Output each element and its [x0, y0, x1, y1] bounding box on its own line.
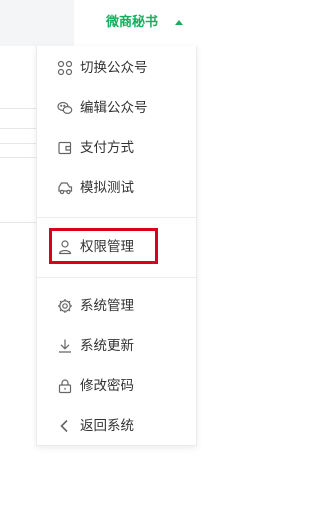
download-icon: [57, 338, 73, 354]
menu-item-switch-account[interactable]: 切换公众号: [37, 48, 196, 88]
menu-item-label: 系统管理: [80, 298, 134, 314]
menu-item-system-management[interactable]: 系统管理: [37, 286, 196, 326]
account-name[interactable]: 微商秘书: [106, 14, 158, 32]
menu-item-label: 模拟测试: [80, 180, 134, 196]
car-icon: [57, 180, 73, 196]
menu-item-change-password[interactable]: 修改密码: [37, 366, 196, 406]
chevron-left-icon: [57, 418, 73, 434]
highlight-box: [49, 228, 158, 264]
menu-divider: [37, 217, 196, 218]
caret-up-icon[interactable]: [175, 20, 183, 25]
gear-icon: [57, 298, 73, 314]
menu-item-label: 修改密码: [80, 378, 134, 394]
wallet-icon: [57, 140, 73, 156]
background-divider: [0, 222, 36, 223]
menu-item-label: 切换公众号: [80, 60, 148, 76]
grid-icon: [57, 60, 73, 76]
lock-icon: [57, 378, 73, 394]
wechat-icon: [57, 100, 73, 116]
menu-item-payment-method[interactable]: 支付方式: [37, 128, 196, 168]
background-divider: [0, 108, 36, 109]
menu-item-label: 系统更新: [80, 338, 134, 354]
menu-item-label: 编辑公众号: [80, 100, 148, 116]
top-bar: 微商秘书: [0, 0, 251, 46]
menu-divider: [37, 277, 196, 278]
menu-item-simulation-test[interactable]: 模拟测试: [37, 168, 196, 208]
menu-item-label: 支付方式: [80, 140, 134, 156]
menu-item-system-update[interactable]: 系统更新: [37, 326, 196, 366]
menu-item-label: 返回系统: [80, 418, 134, 434]
account-dropdown-menu: 切换公众号 编辑公众号 支付方式 模拟测试 权限管理 系统管理 系统更新 修改密…: [36, 46, 197, 446]
background-divider: [0, 157, 36, 158]
background-divider: [0, 143, 36, 144]
background-divider: [0, 128, 36, 129]
menu-item-edit-account[interactable]: 编辑公众号: [37, 88, 196, 128]
menu-item-return-system[interactable]: 返回系统: [37, 406, 196, 446]
account-switcher[interactable]: 微商秘书: [74, 0, 251, 46]
